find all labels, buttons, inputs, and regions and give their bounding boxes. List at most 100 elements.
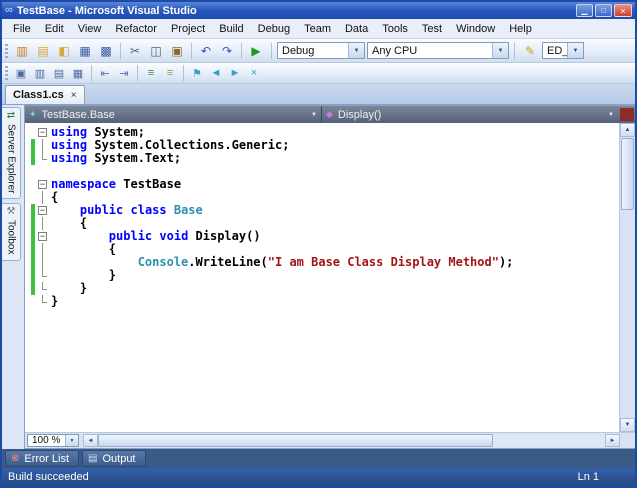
navbar-corner [620,108,634,121]
editor-body: − using System; using System.Collections.G… [25,123,635,432]
prev-bookmark-icon[interactable]: ◄ [207,65,225,81]
collapse-region-icon[interactable]: − [38,232,47,241]
zoom-value: 100 % [32,435,61,446]
code-segment: { [51,190,59,204]
vertical-scrollbar-thumb[interactable] [621,138,634,210]
members-combo[interactable]: ◆ Display() ▼ [321,106,618,123]
next-bookmark-icon[interactable]: ► [226,65,244,81]
find-icon[interactable]: ✎ [520,42,540,60]
sidebar-tab-toolbox[interactable]: ⚒ Toolbox [2,203,21,261]
toggle-bookmark-icon[interactable]: ⚑ [188,65,206,81]
code-segment: TestBase [116,177,182,191]
editor-bottom-bar: 100 % ▼ ◄ ► [25,432,635,448]
scroll-right-icon[interactable]: ► [605,434,620,447]
toolbar-separator [120,42,121,59]
menu-item-test[interactable]: Test [415,21,449,37]
menu-item-tools[interactable]: Tools [375,21,415,37]
open-file-icon[interactable]: ◧ [54,42,74,60]
redo-icon[interactable]: ↷ [217,42,237,60]
types-combo[interactable]: ✦ TestBase.Base ▼ [25,106,321,123]
cut-icon[interactable]: ✂ [125,42,145,60]
uncomment-icon[interactable]: ≡ [161,65,179,81]
decrease-indent-icon[interactable]: ⇤ [96,65,114,81]
copy-icon[interactable]: ◫ [146,42,166,60]
start-debug-icon[interactable]: ▶ [246,42,266,60]
collapse-region-icon[interactable]: − [38,206,47,215]
left-tool-strip: ⇄ Server Explorer ⚒ Toolbox [2,105,24,449]
menu-item-data[interactable]: Data [338,21,375,37]
menu-item-debug[interactable]: Debug [251,21,297,37]
comment-icon[interactable]: ≡ [142,65,160,81]
status-bar: Build succeeded Ln 1 [2,468,635,486]
member-list-icon[interactable]: ▣ [12,65,30,81]
tab-class1-cs[interactable]: Class1.cs × [5,85,85,104]
close-tab-icon[interactable]: × [71,90,77,101]
scroll-down-icon[interactable]: ▼ [620,418,635,432]
menu-item-view[interactable]: View [71,21,109,37]
text-editor-toolbar: ▣ ▥ ▤ ▦ ⇤ ⇥ ≡ ≡ ⚑ ◄ ► × [2,63,635,84]
chevron-down-icon[interactable]: ▼ [348,43,364,58]
undo-icon[interactable]: ↶ [196,42,216,60]
fold-margin: − [35,204,51,217]
horizontal-scrollbar-track[interactable] [98,434,605,447]
menu-item-project[interactable]: Project [164,21,212,37]
members-combo-value: Display() [337,108,382,121]
solution-configurations-value: Debug [282,44,315,57]
scroll-left-icon[interactable]: ◄ [83,434,98,447]
toolbar-separator [241,42,242,59]
menu-item-build[interactable]: Build [212,21,250,37]
vertical-scrollbar[interactable]: ▲ ▼ [619,123,635,432]
menu-item-refactor[interactable]: Refactor [108,21,164,37]
solution-platforms-combo[interactable]: Any CPU ▼ [367,42,509,59]
code-segment: Base [173,203,203,217]
panel-tab-label: Error List [24,452,70,465]
collapse-region-icon[interactable]: − [38,128,47,137]
code-text: } [51,295,58,308]
code-editor[interactable]: − using System; using System.Collections.G… [25,123,619,432]
chevron-down-icon[interactable]: ▼ [65,435,78,446]
menu-bar: File Edit View Refactor Project Build Debug Tea… [2,19,635,39]
chevron-down-icon[interactable]: ▼ [567,43,583,58]
menu-item-file[interactable]: File [6,21,38,37]
horizontal-scrollbar-thumb[interactable] [98,434,494,447]
toolbar-separator [91,65,92,81]
sidebar-tab-server-explorer[interactable]: ⇄ Server Explorer [2,107,21,200]
solution-configurations-combo[interactable]: Debug ▼ [277,42,365,59]
code-segment: } [51,294,59,308]
close-button[interactable]: × [614,4,632,17]
minimize-button[interactable]: ▁ [576,4,593,17]
add-item-icon[interactable]: ▤ [33,42,53,60]
panel-tab-output[interactable]: ▤ Output [82,450,146,467]
vertical-scrollbar-track[interactable] [620,211,635,418]
chevron-down-icon[interactable]: ▼ [311,112,317,118]
zoom-combo[interactable]: 100 % ▼ [27,434,79,447]
menu-item-help[interactable]: Help [502,21,539,37]
save-all-icon[interactable]: ▩ [96,42,116,60]
window-title: TestBase - Microsoft Visual Studio [16,4,197,17]
code-line: } [25,295,619,308]
increase-indent-icon[interactable]: ⇥ [115,65,133,81]
save-icon[interactable]: ▦ [75,42,95,60]
quick-info-icon[interactable]: ▤ [50,65,68,81]
parameter-info-icon[interactable]: ▥ [31,65,49,81]
code-text: namespace TestBase [51,178,181,191]
new-project-icon[interactable]: ▥ [12,42,32,60]
line-indicator: Ln 1 [577,471,599,483]
menu-item-edit[interactable]: Edit [38,21,71,37]
scroll-up-icon[interactable]: ▲ [620,123,635,137]
menu-item-window[interactable]: Window [449,21,502,37]
find-combo[interactable]: ED_ ▼ [542,42,584,59]
code-segment: } [51,281,88,295]
paste-icon[interactable]: ▣ [167,42,187,60]
word-completion-icon[interactable]: ▦ [69,65,87,81]
menu-item-team[interactable]: Team [297,21,338,37]
clear-bookmarks-icon[interactable]: × [245,65,263,81]
maximize-button[interactable]: □ [595,4,612,17]
toolbar-separator [271,42,272,59]
chevron-down-icon[interactable]: ▼ [608,112,614,118]
panel-tab-error-list[interactable]: ⊗ Error List [5,450,80,467]
horizontal-scrollbar[interactable]: ◄ ► [83,433,620,448]
chevron-down-icon[interactable]: ▼ [492,43,508,58]
collapse-region-icon[interactable]: − [38,180,47,189]
